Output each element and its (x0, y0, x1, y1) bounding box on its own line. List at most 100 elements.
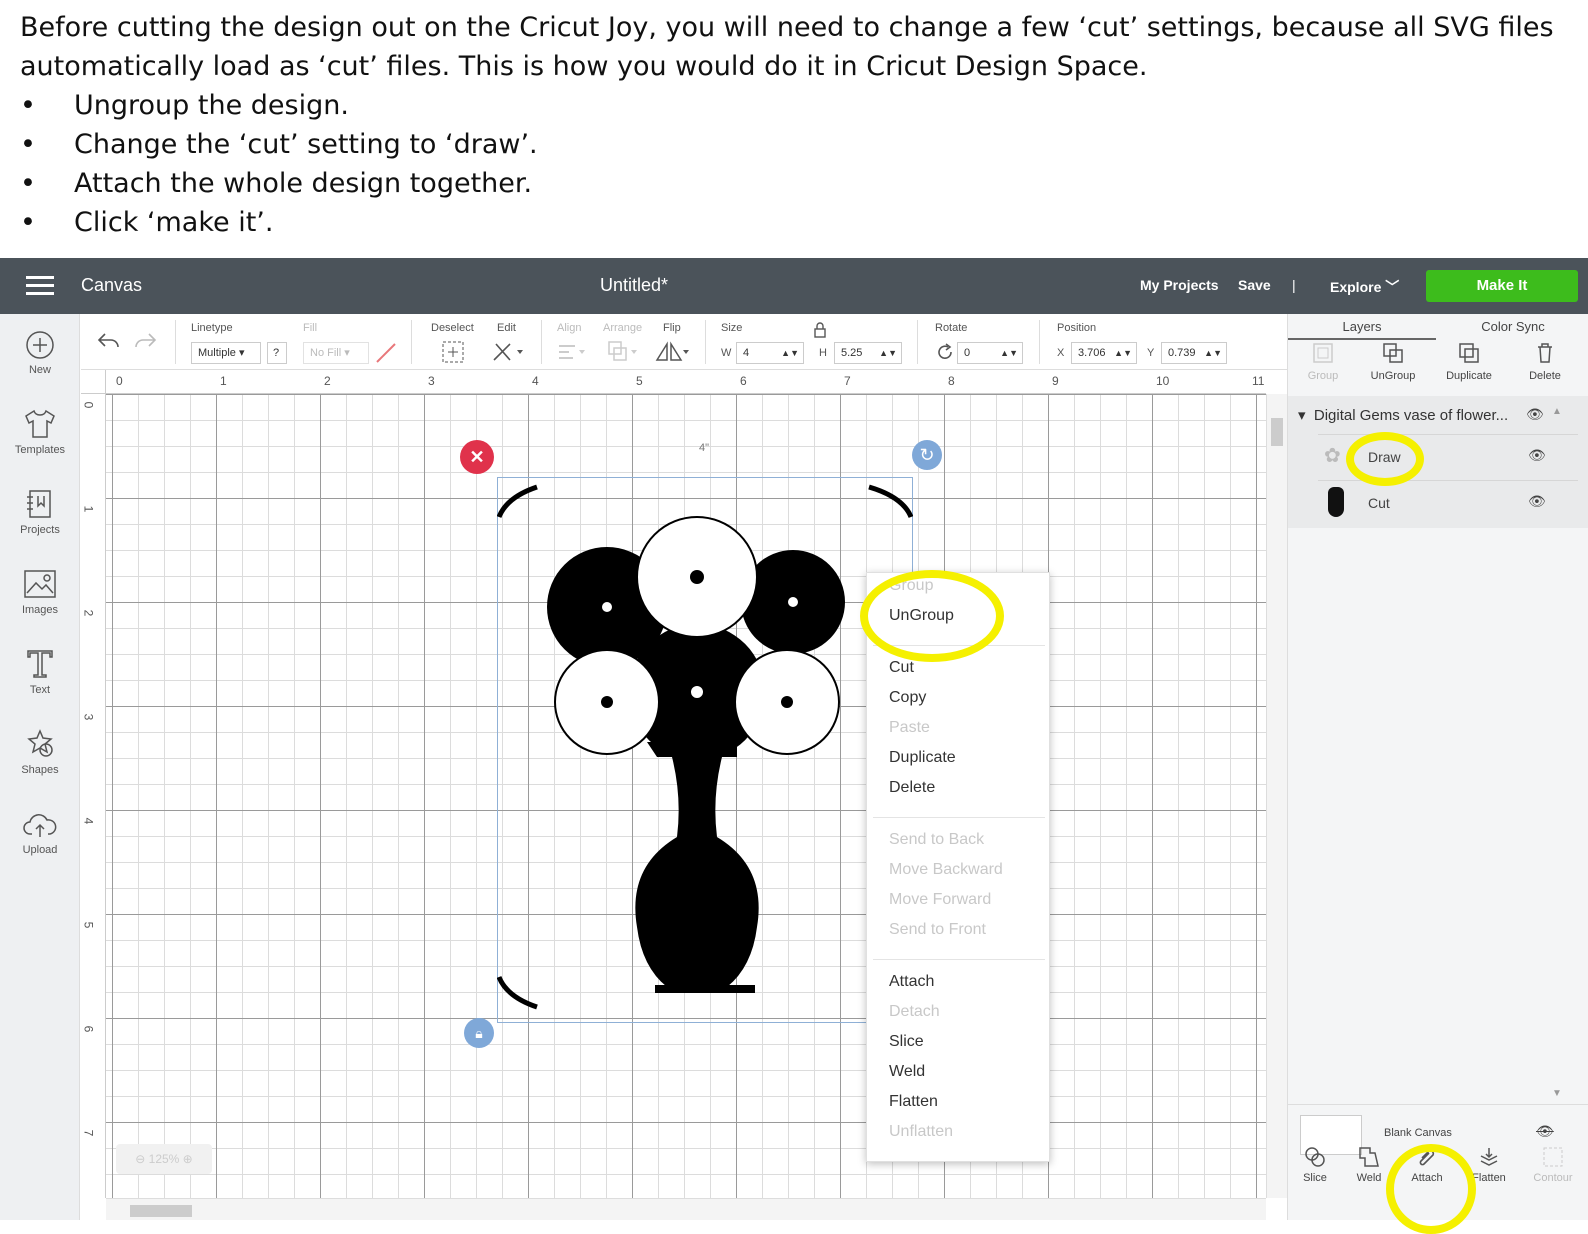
menu-duplicate[interactable]: Duplicate (889, 749, 956, 767)
menu-cut[interactable]: Cut (889, 659, 914, 677)
menu-copy[interactable]: Copy (889, 689, 926, 707)
tab-layers[interactable]: Layers (1288, 314, 1436, 340)
deselect-label: Deselect (431, 322, 474, 334)
tab-color-sync[interactable]: Color Sync (1438, 314, 1588, 340)
duplicate-button[interactable]: Duplicate (1434, 342, 1504, 382)
menu-paste[interactable]: Paste (889, 719, 930, 737)
menu-detach[interactable]: Detach (889, 1003, 940, 1021)
caret-down-icon: ▾ (238, 347, 245, 359)
scroll-down-icon[interactable]: ▼ (1552, 1088, 1562, 1099)
flip-label: Flip (663, 322, 681, 334)
layers-panel: Layers Color Sync Group UnGroup Duplicat… (1287, 314, 1588, 1220)
eye-hidden-icon[interactable]: 👁︎ (1536, 1123, 1554, 1140)
fill-select[interactable]: No Fill ▾ (303, 342, 369, 364)
menu-unflatten[interactable]: Unflatten (889, 1123, 953, 1141)
vase-thumbnail (1328, 487, 1344, 517)
menu-move-backward[interactable]: Move Backward (889, 861, 1003, 879)
height-input[interactable]: 5.25 ▲▼ (834, 342, 902, 364)
menu-send-to-back[interactable]: Send to Back (889, 831, 984, 849)
cloud-upload-icon (23, 814, 57, 837)
y-position-input[interactable]: 0.739 ▲▼ (1161, 342, 1227, 364)
contour-icon (1543, 1147, 1563, 1167)
nav-text[interactable]: Text (0, 648, 80, 696)
slice-icon (1305, 1147, 1325, 1167)
shapes-icon (27, 729, 53, 757)
left-sidebar: New Templates Projects Images Text Shape… (0, 314, 80, 1220)
duplicate-icon (1459, 343, 1479, 363)
width-label: W (721, 347, 732, 359)
stepper-icon[interactable]: ▲▼ (1114, 343, 1132, 363)
delete-button[interactable]: Delete (1510, 342, 1580, 382)
design-canvas[interactable]: 4" ✕ ↻ 🔒︎ ⊖ 125% ⊕ (106, 394, 1266, 1198)
arrange-label: Arrange (603, 322, 643, 334)
menu-slice[interactable]: Slice (889, 1033, 924, 1051)
linetype-help-button[interactable]: ? (267, 342, 287, 364)
eye-icon[interactable]: 👁︎ (1528, 447, 1546, 464)
close-icon[interactable]: ✕ (460, 440, 494, 474)
nav-images[interactable]: Images (0, 568, 80, 616)
nav-projects[interactable]: Projects (0, 488, 80, 536)
stepper-icon[interactable]: ▲▼ (1000, 343, 1018, 363)
width-dimension-label: 4" (699, 442, 710, 454)
undo-icon[interactable] (97, 332, 121, 350)
step-item: • Click ‘make it’. (20, 207, 274, 238)
projects-icon (27, 490, 51, 518)
slice-button[interactable]: Slice (1288, 1146, 1342, 1184)
flip-icon[interactable] (655, 340, 691, 364)
image-icon (24, 570, 56, 598)
rotate-input[interactable]: 0 ▲▼ (957, 342, 1023, 364)
eye-icon[interactable]: 👁︎ (1526, 406, 1544, 423)
arrange-icon[interactable] (607, 340, 639, 364)
height-label: H (819, 347, 827, 359)
horizontal-scrollbar[interactable] (106, 1198, 1266, 1220)
linetype-label: Linetype (191, 322, 233, 334)
menu-delete[interactable]: Delete (889, 779, 935, 797)
step-item: • Ungroup the design. (20, 90, 349, 121)
stepper-icon[interactable]: ▲▼ (1204, 343, 1222, 363)
menu-send-to-front[interactable]: Send to Front (889, 921, 986, 939)
eye-icon[interactable]: 👁︎ (1528, 493, 1546, 510)
zoom-control[interactable]: ⊖ 125% ⊕ (116, 1144, 212, 1174)
redo-icon[interactable] (133, 332, 157, 350)
stepper-icon[interactable]: ▲▼ (879, 343, 897, 363)
linetype-select[interactable]: Multiple ▾ (191, 342, 261, 364)
nav-templates[interactable]: Templates (0, 408, 80, 456)
scroll-up-icon[interactable]: ▲ (1552, 406, 1562, 417)
ungroup-button[interactable]: UnGroup (1358, 342, 1428, 382)
step-item: • Change the ‘cut’ setting to ‘draw’. (20, 129, 538, 160)
lock-handle-icon[interactable]: 🔒︎ (464, 1018, 494, 1048)
canvas-label: Canvas (81, 275, 143, 295)
menu-move-forward[interactable]: Move Forward (889, 891, 991, 909)
nav-upload[interactable]: Upload (0, 810, 80, 856)
x-position-input[interactable]: 3.706 ▲▼ (1071, 342, 1137, 364)
explore-dropdown[interactable]: Explore ﹀ (1330, 277, 1399, 297)
layer-row-cut[interactable]: Cut 👁︎ (1318, 480, 1578, 524)
highlight-draw (1346, 432, 1424, 486)
menu-attach[interactable]: Attach (889, 973, 934, 991)
width-input[interactable]: 4 ▲▼ (736, 342, 804, 364)
rotate-icon[interactable] (935, 342, 955, 362)
rotate-handle-icon[interactable]: ↻ (912, 440, 942, 470)
edit-tools-icon[interactable] (491, 340, 525, 364)
stepper-icon[interactable]: ▲▼ (781, 343, 799, 363)
menu-icon[interactable] (26, 276, 54, 296)
layer-group-header[interactable]: ▾ Digital Gems vase of flower... (1298, 406, 1508, 424)
header-separator: | (1292, 277, 1296, 293)
my-projects-link[interactable]: My Projects (1140, 277, 1219, 293)
nav-new[interactable]: New (0, 330, 80, 376)
lock-icon[interactable] (813, 322, 827, 338)
weld-icon (1359, 1147, 1379, 1167)
save-link[interactable]: Save (1238, 277, 1271, 293)
contour-button[interactable]: Contour (1526, 1146, 1580, 1184)
group-button[interactable]: Group (1288, 342, 1358, 382)
caret-down-icon: ▾ (1298, 407, 1306, 424)
menu-weld[interactable]: Weld (889, 1063, 925, 1081)
align-icon[interactable] (557, 342, 587, 362)
vertical-scrollbar[interactable] (1266, 394, 1287, 1198)
deselect-icon[interactable] (441, 340, 465, 364)
nav-shapes[interactable]: Shapes (0, 728, 80, 776)
make-it-button[interactable]: Make It (1426, 270, 1578, 302)
vase-of-flowers-design[interactable] (497, 477, 913, 1023)
pen-color-icon[interactable] (375, 342, 397, 364)
menu-flatten[interactable]: Flatten (889, 1093, 938, 1111)
